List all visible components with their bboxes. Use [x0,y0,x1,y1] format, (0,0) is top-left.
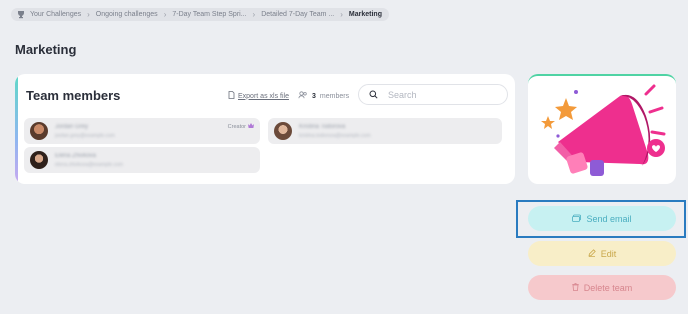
member-name: Kristina Todorova [299,123,346,130]
export-label: Export as xls file [238,92,289,100]
delete-team-button[interactable]: Delete team [528,275,676,300]
edit-label: Edit [600,248,617,259]
chevron-right-icon: › [252,10,256,19]
team-members-title: Team members [26,88,121,103]
file-icon [228,91,235,101]
crown-icon [248,123,254,130]
breadcrumb-your-challenges[interactable]: Your Challenges [30,11,81,18]
search-field[interactable] [358,84,508,105]
creator-badge: Creator [228,123,254,130]
chevron-right-icon: › [163,10,167,19]
member-email: kristina.todorova@example.com [299,132,371,139]
team-image-card [528,74,676,184]
member-email: jordan.grey@example.com [55,132,115,139]
avatar [30,151,48,169]
member-row[interactable]: Kristina Todorova kristina.todorova@exam… [268,118,502,144]
chevron-right-icon: › [340,10,343,19]
megaphone-illustration [541,84,666,176]
trash-icon [572,282,579,293]
search-input[interactable] [388,89,498,100]
edit-button[interactable]: Edit [528,241,676,266]
avatar [30,122,48,140]
page-title: Marketing [15,42,77,57]
send-email-label: Send email [586,213,632,224]
chevron-right-icon: › [87,10,90,19]
members-count-value: 3 [312,92,316,100]
breadcrumb-ongoing-challenges[interactable]: Ongoing challenges [96,11,158,18]
member-name: Elena Zhivkova [55,152,97,159]
search-icon [369,86,378,104]
send-email-button[interactable]: Send email [528,206,676,231]
card-accent-bar [15,74,18,184]
pencil-icon [588,248,596,259]
breadcrumb-challenge[interactable]: 7-Day Team Step Spri... [172,11,246,18]
breadcrumb-detailed-challenge[interactable]: Detailed 7-Day Team ... [261,11,334,18]
breadcrumb: Your Challenges › Ongoing challenges › 7… [11,8,389,21]
members-count: 3 members [298,91,349,101]
member-row[interactable]: Jordan Grey jordan.grey@example.com Crea… [24,118,260,144]
delete-team-label: Delete team [583,282,633,293]
users-icon [298,91,308,101]
avatar [274,122,292,140]
team-members-card: Team members Export as xls file 3 member… [15,74,515,184]
member-name: Jordan Grey [55,123,89,130]
export-xls-link[interactable]: Export as xls file [228,91,289,101]
email-icon [572,214,582,224]
member-email: elena.zhivkova@example.com [55,161,123,168]
breadcrumb-current: Marketing [348,11,382,18]
trophy-icon [16,10,25,19]
creator-label: Creator [227,123,246,130]
members-count-label: members [319,92,350,100]
member-row[interactable]: Elena Zhivkova elena.zhivkova@example.co… [24,147,260,173]
